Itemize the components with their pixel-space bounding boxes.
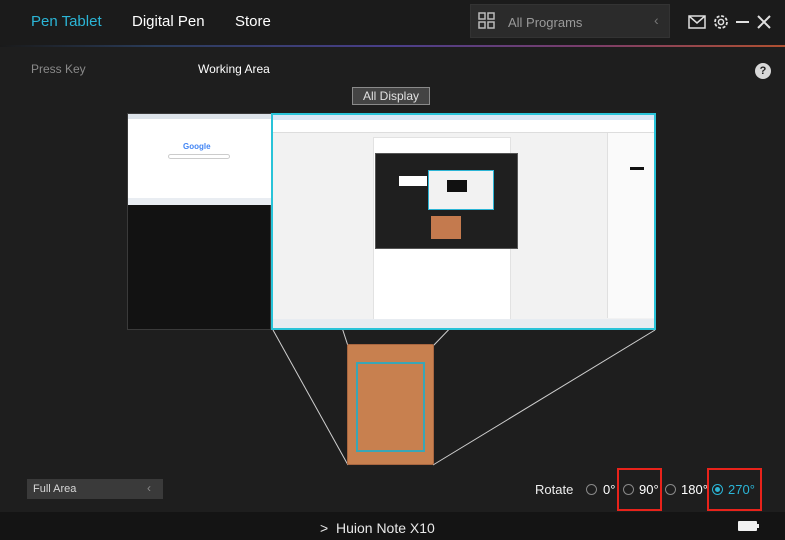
- search-box: [168, 154, 230, 159]
- accent-divider: [0, 45, 785, 47]
- chevron-right-icon: >: [320, 520, 329, 536]
- tablet-preview[interactable]: [347, 344, 434, 465]
- taskbar: [128, 198, 271, 205]
- grid-icon: [478, 12, 495, 29]
- highlight-box-90: [617, 468, 662, 511]
- radio-rotate-180[interactable]: [665, 484, 676, 495]
- monitor-left[interactable]: Google: [127, 113, 271, 330]
- all-display-button[interactable]: All Display: [352, 87, 430, 105]
- nested-app-screenshot: [375, 153, 518, 249]
- radio-rotate-0[interactable]: [586, 484, 597, 495]
- chevron-left-icon: ‹: [147, 481, 151, 495]
- program-selector[interactable]: All Programs ‹: [470, 4, 670, 38]
- help-button[interactable]: ?: [755, 63, 771, 79]
- browser-screenshot: Google: [128, 114, 271, 204]
- tab-digital-pen[interactable]: Digital Pen: [132, 13, 205, 30]
- rotate-option-0-label[interactable]: 0°: [603, 482, 615, 497]
- side-panel: [607, 133, 654, 318]
- browser-tabbar: [128, 114, 271, 119]
- tablet-active-area[interactable]: [356, 362, 425, 452]
- monitor-right[interactable]: [271, 113, 656, 330]
- rotate-label: Rotate: [535, 482, 574, 497]
- area-select-value: Full Area: [33, 483, 77, 495]
- tab-store[interactable]: Store: [235, 13, 271, 30]
- taskbar: [273, 319, 654, 328]
- gear-icon[interactable]: [711, 12, 731, 32]
- device-name: Huion Note X10: [335, 520, 435, 536]
- rotate-option-180-label[interactable]: 180°: [681, 482, 708, 497]
- area-select[interactable]: Full Area ‹: [27, 479, 163, 499]
- highlight-box-270: [707, 468, 762, 511]
- battery-icon: [738, 521, 759, 531]
- tab-press-key[interactable]: Press Key: [31, 62, 86, 76]
- mail-icon[interactable]: [687, 12, 707, 32]
- program-selector-value: All Programs: [508, 15, 583, 30]
- tab-pen-tablet[interactable]: Pen Tablet: [31, 13, 102, 30]
- tab-working-area[interactable]: Working Area: [198, 62, 270, 76]
- minimize-icon[interactable]: [733, 12, 753, 32]
- device-selector[interactable]: > Huion Note X10: [320, 520, 435, 536]
- document-ribbon: [273, 115, 654, 133]
- search-logo: Google: [183, 142, 211, 151]
- chevron-left-icon: ‹: [654, 12, 659, 28]
- top-bar: Pen Tablet Digital Pen Store All Program…: [0, 0, 785, 46]
- close-icon[interactable]: [754, 12, 774, 32]
